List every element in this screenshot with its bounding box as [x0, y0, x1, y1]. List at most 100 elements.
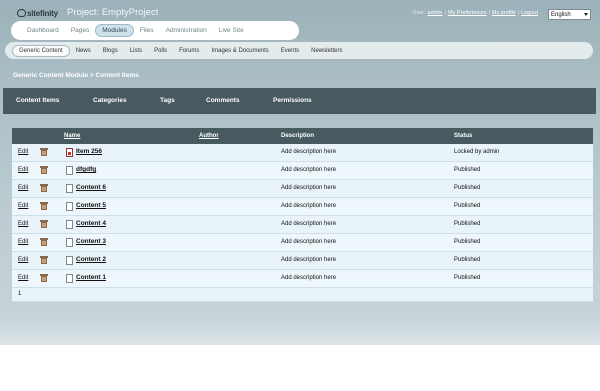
breadcrumb: Generic Content Module > Content Items: [13, 72, 139, 79]
subtab-newsletters[interactable]: Newsletters: [305, 46, 348, 56]
column-description: Description: [281, 133, 315, 139]
subtab-images-documents[interactable]: Images & Documents: [205, 46, 274, 56]
item-name-link[interactable]: Content 3: [76, 238, 106, 245]
tab-administration[interactable]: Administration: [160, 25, 213, 36]
edit-link[interactable]: Edit: [18, 149, 28, 155]
table-row: Edit Content 2 Add description here Publish…: [12, 252, 593, 270]
sitefinity-logo[interactable]: sitefinity: [17, 7, 58, 19]
item-name-link[interactable]: Content 2: [76, 256, 106, 263]
user-name-link[interactable]: admin: [428, 10, 443, 16]
language-value: English: [551, 11, 571, 18]
separator: |: [488, 10, 490, 16]
document-icon: [66, 202, 73, 211]
item-description: Add description here: [281, 275, 337, 281]
tab-dashboard[interactable]: Dashboard: [21, 25, 65, 36]
trash-icon[interactable]: [40, 148, 48, 156]
item-status: Locked by admin: [454, 149, 500, 155]
trash-icon[interactable]: [40, 256, 48, 264]
toolbar-content-items[interactable]: Content Items: [16, 97, 59, 104]
table-row: Edit Content 3 Add description here Publish…: [12, 234, 593, 252]
tab-modules[interactable]: Modules: [95, 24, 134, 37]
column-status: Status: [454, 133, 473, 139]
edit-link[interactable]: Edit: [18, 275, 28, 281]
edit-link[interactable]: Edit: [18, 185, 28, 191]
item-status: Published: [454, 257, 481, 263]
my-profile-link[interactable]: My profile: [492, 10, 516, 16]
toolbar-tags[interactable]: Tags: [160, 97, 175, 104]
grid-body: Edit Item 256 Add description here Locked b…: [12, 144, 593, 288]
main-nav: Dashboard Pages Modules Files Administra…: [11, 21, 299, 40]
toolbar-comments[interactable]: Comments: [206, 97, 240, 104]
item-name-link[interactable]: Item 256: [76, 148, 102, 155]
item-description: Add description here: [281, 221, 337, 227]
item-description: Add description here: [281, 239, 337, 245]
subtab-polls[interactable]: Polls: [148, 46, 173, 56]
item-name-link[interactable]: Content 4: [76, 220, 106, 227]
item-description: Add description here: [281, 167, 337, 173]
grid-header: Name Author Description Status: [12, 128, 593, 144]
item-name-link[interactable]: Content 1: [76, 274, 106, 281]
separator: |: [444, 10, 446, 16]
edit-link[interactable]: Edit: [18, 221, 28, 227]
language-select[interactable]: English: [548, 9, 591, 20]
item-status: Published: [454, 221, 481, 227]
toolbar-categories[interactable]: Categories: [93, 97, 127, 104]
edit-link[interactable]: Edit: [18, 167, 28, 173]
subtab-lists[interactable]: Lists: [124, 46, 148, 56]
trash-icon[interactable]: [40, 238, 48, 246]
tab-live-site[interactable]: Live Site: [213, 25, 250, 36]
tab-pages[interactable]: Pages: [65, 25, 95, 36]
document-icon: [66, 184, 73, 193]
item-name-link[interactable]: Content 6: [76, 184, 106, 191]
subtab-forums[interactable]: Forums: [173, 46, 205, 56]
item-status: Published: [454, 275, 481, 281]
trash-icon[interactable]: [40, 202, 48, 210]
edit-link[interactable]: Edit: [18, 239, 28, 245]
table-row: Edit Content 4 Add description here Publish…: [12, 216, 593, 234]
frame-fade: [0, 318, 600, 345]
table-row: Edit Content 1 Add description here Publish…: [12, 270, 593, 288]
edit-link[interactable]: Edit: [18, 203, 28, 209]
locked-document-icon: [66, 148, 73, 157]
trash-icon[interactable]: [40, 184, 48, 192]
item-description: Add description here: [281, 149, 337, 155]
edit-link[interactable]: Edit: [18, 257, 28, 263]
separator: |: [517, 10, 520, 16]
table-row: Edit Content 6 Add description here Publish…: [12, 180, 593, 198]
my-preferences-link[interactable]: My Preferences: [448, 10, 487, 16]
logout-link[interactable]: Logout: [521, 10, 538, 16]
page-number[interactable]: 1: [18, 291, 21, 297]
document-icon: [66, 256, 73, 265]
tab-files[interactable]: Files: [134, 25, 160, 36]
column-name-sort[interactable]: Name: [64, 133, 80, 139]
toolbar-permissions[interactable]: Permissions: [273, 97, 312, 104]
item-status: Published: [454, 239, 481, 245]
grid-pager: 1: [12, 288, 593, 302]
logo-icon: [17, 9, 26, 17]
content-toolbar: Content Items Categories Tags Comments P…: [3, 88, 596, 114]
subtab-blogs[interactable]: Blogs: [97, 46, 124, 56]
item-description: Add description here: [281, 203, 337, 209]
item-name-link[interactable]: Content 5: [76, 202, 106, 209]
project-title: Project: EmptyProject: [67, 7, 159, 18]
table-row: Edit dfgdfg Add description here Published: [12, 162, 593, 180]
module-nav: Generic Content News Blogs Lists Polls F…: [5, 42, 593, 59]
logo-text: sitefinity: [27, 8, 58, 18]
item-status: Published: [454, 167, 481, 173]
subtab-news[interactable]: News: [70, 46, 97, 56]
subtab-events[interactable]: Events: [275, 46, 305, 56]
content-items-grid: Name Author Description Status Edit Item …: [12, 128, 593, 302]
column-author-sort[interactable]: Author: [199, 133, 219, 139]
item-status: Published: [454, 185, 481, 191]
user-bar: User: admin | My Preferences | My profil…: [412, 10, 538, 16]
trash-icon[interactable]: [40, 274, 48, 282]
subtab-generic-content[interactable]: Generic Content: [12, 44, 70, 57]
document-icon: [66, 220, 73, 229]
document-icon: [66, 238, 73, 247]
trash-icon[interactable]: [40, 166, 48, 174]
item-name-link[interactable]: dfgdfg: [76, 166, 96, 173]
trash-icon[interactable]: [40, 220, 48, 228]
item-description: Add description here: [281, 185, 337, 191]
user-label: User:: [412, 10, 426, 16]
table-row: Edit Item 256 Add description here Locked b…: [12, 144, 593, 162]
